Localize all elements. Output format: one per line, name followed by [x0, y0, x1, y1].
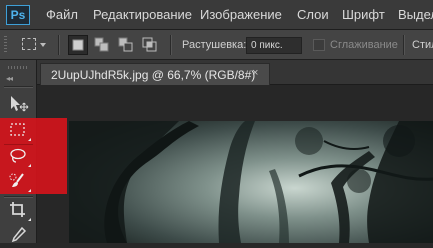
feather-label: Растушевка:	[182, 39, 247, 51]
menu-image[interactable]: Изображение	[200, 7, 282, 22]
style-label: Стил	[412, 39, 433, 51]
tool-flyout-indicator	[28, 138, 31, 141]
menu-layers[interactable]: Слои	[297, 7, 329, 22]
intersect-selection-icon	[142, 37, 157, 52]
feather-input[interactable]: 0 пикс.	[246, 37, 302, 54]
close-icon[interactable]: ×	[252, 67, 258, 79]
brush-selection-icon	[9, 173, 24, 187]
tools-separator	[4, 86, 33, 87]
options-bar-grip[interactable]	[4, 36, 7, 54]
menu-file[interactable]: Файл	[46, 7, 78, 22]
document-tab-bar: 2UupUJhdR5k.jpg @ 66,7% (RGB/8#) ×	[37, 60, 433, 85]
document-tab-title: 2UupUJhdR5k.jpg @ 66,7% (RGB/8#)	[51, 68, 256, 82]
eyedropper-tool[interactable]	[3, 222, 33, 248]
menu-select[interactable]: Выдел	[398, 7, 433, 22]
options-separator	[58, 35, 59, 55]
subtract-from-selection-icon	[118, 37, 133, 52]
move-icon	[11, 96, 29, 112]
antialias-checkbox[interactable]	[313, 39, 325, 51]
quick-selection-tool[interactable]	[3, 168, 33, 194]
new-selection-icon	[72, 39, 84, 51]
eyedropper-icon	[11, 226, 27, 243]
menu-edit[interactable]: Редактирование	[93, 7, 192, 22]
add-to-selection-icon	[94, 37, 109, 52]
crop-icon	[10, 202, 25, 217]
options-separator	[170, 35, 171, 55]
tool-flyout-indicator	[28, 189, 31, 192]
canvas-area[interactable]	[37, 85, 433, 243]
add-to-selection-button[interactable]	[92, 35, 112, 55]
collapse-panel-icon[interactable]: ◂◂	[6, 74, 13, 83]
tool-flyout-indicator	[28, 218, 31, 221]
lasso-icon	[10, 148, 26, 163]
document-image[interactable]	[69, 121, 433, 243]
forest-photo	[69, 121, 433, 243]
tool-preset-picker[interactable]	[22, 38, 36, 50]
menu-bar: Ps Файл Редактирование Изображение Слои …	[0, 0, 433, 30]
menu-type[interactable]: Шрифт	[342, 7, 385, 22]
rectangular-marquee-tool[interactable]	[3, 117, 33, 143]
tool-preset-chevron-down-icon[interactable]	[40, 43, 46, 47]
tools-panel-grip[interactable]	[8, 66, 28, 69]
document-tab[interactable]: 2UupUJhdR5k.jpg @ 66,7% (RGB/8#) ×	[40, 63, 270, 85]
intersect-selection-button[interactable]	[140, 35, 160, 55]
tool-flyout-indicator	[28, 164, 31, 167]
options-separator	[403, 35, 404, 55]
subtract-from-selection-button[interactable]	[116, 35, 136, 55]
antialias-label: Сглаживание	[330, 39, 398, 51]
move-tool[interactable]	[3, 91, 33, 117]
options-bar: Растушевка: 0 пикс. Сглаживание Стил	[0, 30, 433, 60]
crop-tool[interactable]	[3, 197, 33, 223]
photoshop-logo: Ps	[6, 5, 30, 25]
marquee-icon	[10, 123, 25, 136]
new-selection-button[interactable]	[68, 35, 88, 55]
lasso-tool[interactable]	[3, 143, 33, 169]
